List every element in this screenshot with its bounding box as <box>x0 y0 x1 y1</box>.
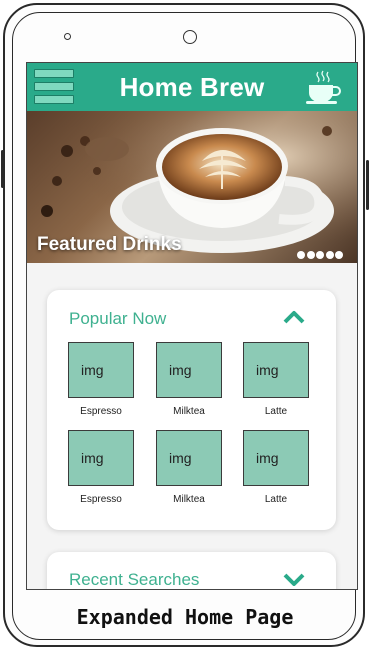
carousel-dot[interactable] <box>335 251 343 259</box>
coffee-cup-icon[interactable] <box>303 67 343 107</box>
drink-name: Espresso <box>80 406 122 417</box>
image-placeholder-label: img <box>169 450 192 466</box>
popular-now-title: Popular Now <box>69 309 167 328</box>
recent-searches-title: Recent Searches <box>69 570 200 589</box>
drink-name: Milktea <box>173 494 205 505</box>
app-title: Home Brew <box>119 72 265 102</box>
sensor-dot <box>64 33 71 40</box>
drink-tile-milktea[interactable]: img <box>156 430 222 486</box>
carousel-dot[interactable] <box>306 251 315 259</box>
drink-tile-milktea[interactable]: img <box>156 342 222 398</box>
featured-banner[interactable]: Featured Drinks <box>27 111 357 263</box>
page-caption: Expanded Home Page <box>76 605 294 629</box>
drink-name: Milktea <box>173 406 205 417</box>
hamburger-menu-icon[interactable] <box>34 69 74 104</box>
image-placeholder-label: img <box>169 362 192 378</box>
carousel-dot[interactable] <box>316 251 324 259</box>
drink-name: Latte <box>264 406 288 417</box>
drink-name: Espresso <box>80 494 122 505</box>
image-placeholder-label: img <box>256 450 279 466</box>
image-placeholder-label: img <box>81 362 104 378</box>
chevron-up-icon[interactable] <box>283 310 305 324</box>
featured-drinks-label: Featured Drinks <box>37 234 182 255</box>
drink-name: Latte <box>264 494 288 505</box>
app-screen: Home Brew Featured Drinks Popular Now im… <box>26 62 358 590</box>
app-header: Home Brew <box>27 63 357 111</box>
image-placeholder-label: img <box>256 362 279 378</box>
power-button <box>366 160 369 210</box>
drink-tile-latte[interactable]: img <box>243 430 309 486</box>
carousel-indicator[interactable] <box>296 246 343 263</box>
popular-now-card: Popular Now img Espresso img Milktea img… <box>47 290 336 530</box>
front-camera <box>183 30 197 44</box>
volume-button <box>1 150 4 188</box>
drink-tile-espresso[interactable]: img <box>68 342 134 398</box>
carousel-dot[interactable] <box>297 251 305 259</box>
image-placeholder-label: img <box>81 450 104 466</box>
drink-tile-latte[interactable]: img <box>243 342 309 398</box>
carousel-dot[interactable] <box>325 251 334 259</box>
drink-tile-espresso[interactable]: img <box>68 430 134 486</box>
chevron-down-icon[interactable] <box>283 572 305 586</box>
recent-searches-card[interactable]: Recent Searches <box>47 552 336 589</box>
